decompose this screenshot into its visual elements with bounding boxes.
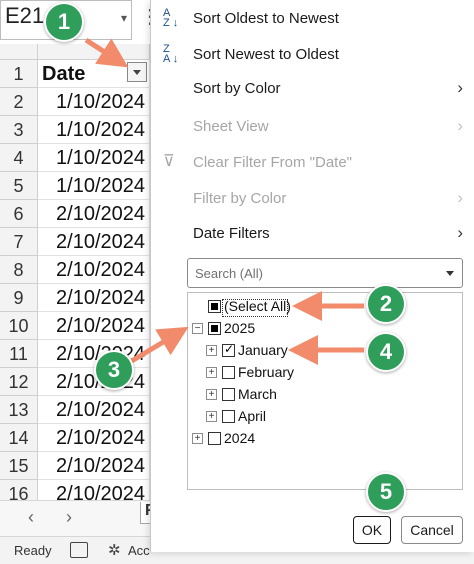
- callout-arrows: [84, 37, 364, 365]
- callout-badge-4: 4: [366, 332, 406, 372]
- callout-badge-3: 3: [94, 350, 134, 390]
- callout-arrow-3: [128, 326, 189, 365]
- callout-badge-5: 5: [366, 472, 406, 512]
- callout-arrow-1: [84, 37, 129, 68]
- callout-badge-2: 2: [366, 284, 406, 324]
- callout-badge-1: 1: [44, 2, 84, 42]
